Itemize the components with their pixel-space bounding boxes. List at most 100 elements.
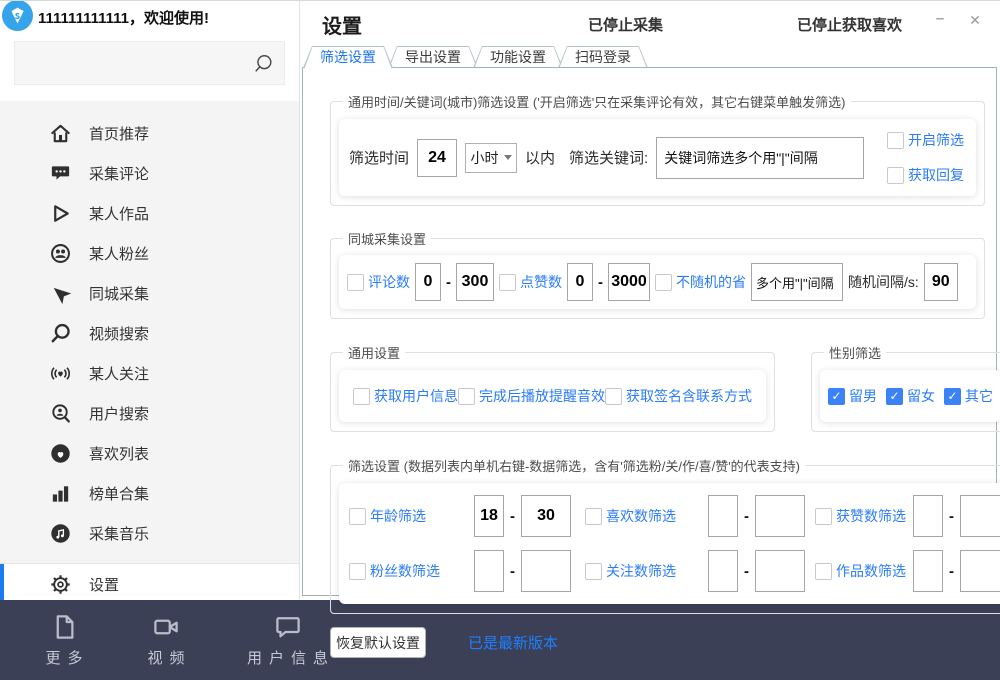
sidebar-item-home-feed[interactable]: 首页推荐 [0,113,299,153]
checkbox-box [815,563,832,580]
page-title: 设置 [322,10,362,39]
checkbox-get-replies[interactable]: 获取回复 [887,165,964,185]
checkbox-box [349,563,366,580]
sidebar-item-label: 设置 [89,574,119,595]
fans-min-input[interactable] [474,550,504,592]
status-likes-stopped: 已停止获取喜欢 [797,14,902,35]
keyword-input[interactable] [656,137,864,179]
minimize-button[interactable]: – [929,10,951,27]
filter-time-input[interactable] [417,139,457,177]
age-max-input[interactable] [521,495,571,537]
checkbox-box-checked [828,388,845,405]
sidebar-item-label: 榜单合集 [89,483,149,504]
search-icon[interactable] [252,53,274,75]
checkbox-comment-count[interactable]: 评论数 [347,272,410,292]
comment-min-input[interactable] [415,263,441,301]
group-gender-filter: 性别筛选 留男 留女 其它 [811,343,1000,432]
play-icon [48,201,72,225]
like-count-max-input[interactable] [755,495,805,537]
checkbox-box [585,508,602,525]
follow-min-input[interactable] [708,550,738,592]
checkbox-box [349,508,366,525]
fans-max-input[interactable] [521,550,571,592]
sidebar-item-label: 首页推荐 [89,123,149,144]
group-legend: 筛选设置 (数据列表内单机右键-数据筛选，含有'筛选粉/关/作/喜/赞'的代表支… [343,456,805,475]
province-input[interactable] [751,263,843,301]
checkbox-keep-male[interactable]: 留男 [828,386,877,406]
sidebar-item-ranking[interactable]: 榜单合集 [0,473,299,513]
close-button[interactable]: ✕ [964,12,986,29]
bottombar-video[interactable]: 视频 [138,612,194,668]
sidebar-item-label: 视频搜索 [89,323,149,344]
group-card: 留男 留女 其它 [820,370,1000,422]
follow-max-input[interactable] [755,550,805,592]
checkbox-works-count-filter[interactable]: 作品数筛选 [815,561,906,581]
sidebar-header: 111111111111，欢迎使用! [0,1,299,31]
like-min-input[interactable] [567,263,593,301]
tab-function-settings[interactable]: 功能设置 [473,46,563,68]
checkbox-play-sound-on-finish[interactable]: 完成后播放提醒音效 [458,386,605,406]
tab-export-settings[interactable]: 导出设置 [388,46,478,68]
sidebar-item-user-follows[interactable]: 某人关注 [0,353,299,393]
home-icon [48,121,72,145]
latest-version-link[interactable]: 已是最新版本 [468,632,558,653]
sidebar-item-collect-comments[interactable]: 采集评论 [0,153,299,193]
message-icon [273,612,303,642]
checkbox-get-user-info[interactable]: 获取用户信息 [353,386,458,406]
comment-max-input[interactable] [456,263,494,301]
sidebar-menu: 首页推荐 采集评论 某人作品 某人粉丝 同城采集 视频搜索 [0,101,299,605]
filter-settings-page: 通用时间/关键词(城市)筛选设置 ('开启筛选'只在采集评论有效，其它右键菜单触… [302,67,997,596]
checkbox-fans-count-filter[interactable]: 粉丝数筛选 [349,561,440,581]
time-unit-select[interactable]: 小时 [465,143,517,173]
checkbox-box [458,388,475,405]
checkbox-enable-filter[interactable]: 开启筛选 [887,130,964,150]
group-card: 年龄筛选 - 喜欢数筛选 [339,483,1000,604]
checkbox-like-count[interactable]: 点赞数 [499,272,562,292]
bottombar-more[interactable]: 更多 [36,612,92,668]
works-min-input[interactable] [913,550,943,592]
sidebar-item-user-works[interactable]: 某人作品 [0,193,299,233]
tab-filter-settings[interactable]: 筛选设置 [303,46,393,68]
sidebar-item-user-search[interactable]: 用户搜索 [0,393,299,433]
sidebar-item-label: 喜欢列表 [89,443,149,464]
checkbox-box [585,563,602,580]
app-logo-icon [2,0,33,31]
filter-like-count: 喜欢数筛选 - [585,495,805,537]
main-titlebar: 设置 已停止采集 已停止获取喜欢 – ✕ [301,1,1000,45]
checkbox-signature-contact[interactable]: 获取签名含联系方式 [605,386,752,406]
checkbox-box [887,132,904,149]
received-likes-max-input[interactable] [960,495,1000,537]
works-max-input[interactable] [960,550,1000,592]
sidebar-item-label: 采集评论 [89,163,149,184]
status-collect-stopped: 已停止采集 [588,14,663,35]
search-input[interactable] [15,42,284,84]
tab-qr-login[interactable]: 扫码登录 [558,46,648,68]
received-likes-min-input[interactable] [913,495,943,537]
sidebar-item-like-list[interactable]: 喜欢列表 [0,433,299,473]
like-max-input[interactable] [608,263,650,301]
bottombar-user-info[interactable]: 用户信息 [240,612,335,668]
checkbox-non-random-province[interactable]: 不随机的省 [655,272,746,292]
checkbox-like-count-filter[interactable]: 喜欢数筛选 [585,506,676,526]
random-interval-input[interactable] [924,263,958,301]
checkbox-age-filter[interactable]: 年龄筛选 [349,506,426,526]
sidebar-item-settings[interactable]: 设置 [0,564,299,605]
checkbox-keep-other[interactable]: 其它 [944,386,993,406]
reset-defaults-button[interactable]: 恢复默认设置 [330,627,426,658]
checkbox-keep-female[interactable]: 留女 [886,386,935,406]
checkbox-follow-count-filter[interactable]: 关注数筛选 [585,561,676,581]
checkbox-received-likes-filter[interactable]: 获赞数筛选 [815,506,906,526]
sidebar: 111111111111，欢迎使用! 首页推荐 采集评论 某人作品 [0,1,300,601]
sidebar-item-city-collect[interactable]: 同城采集 [0,273,299,313]
like-count-min-input[interactable] [708,495,738,537]
filter-age: 年龄筛选 - [349,495,571,537]
sidebar-item-user-fans[interactable]: 某人粉丝 [0,233,299,273]
settings-row: 通用设置 获取用户信息 完成后播放提醒音效 获取签名含联系方式 [330,343,985,432]
app-window: 111111111111，欢迎使用! 首页推荐 采集评论 某人作品 [0,0,1000,680]
main-panel: 设置 已停止采集 已停止获取喜欢 – ✕ 筛选设置 导出设置 功能设置 扫码登录 [301,1,1000,601]
sidebar-item-collect-music[interactable]: 采集音乐 [0,513,299,553]
age-min-input[interactable] [474,495,504,537]
group-data-filter: 筛选设置 (数据列表内单机右键-数据筛选，含有'筛选粉/关/作/喜/赞'的代表支… [330,456,1000,614]
sidebar-item-video-search[interactable]: 视频搜索 [0,313,299,353]
sidebar-item-label: 某人粉丝 [89,243,149,264]
